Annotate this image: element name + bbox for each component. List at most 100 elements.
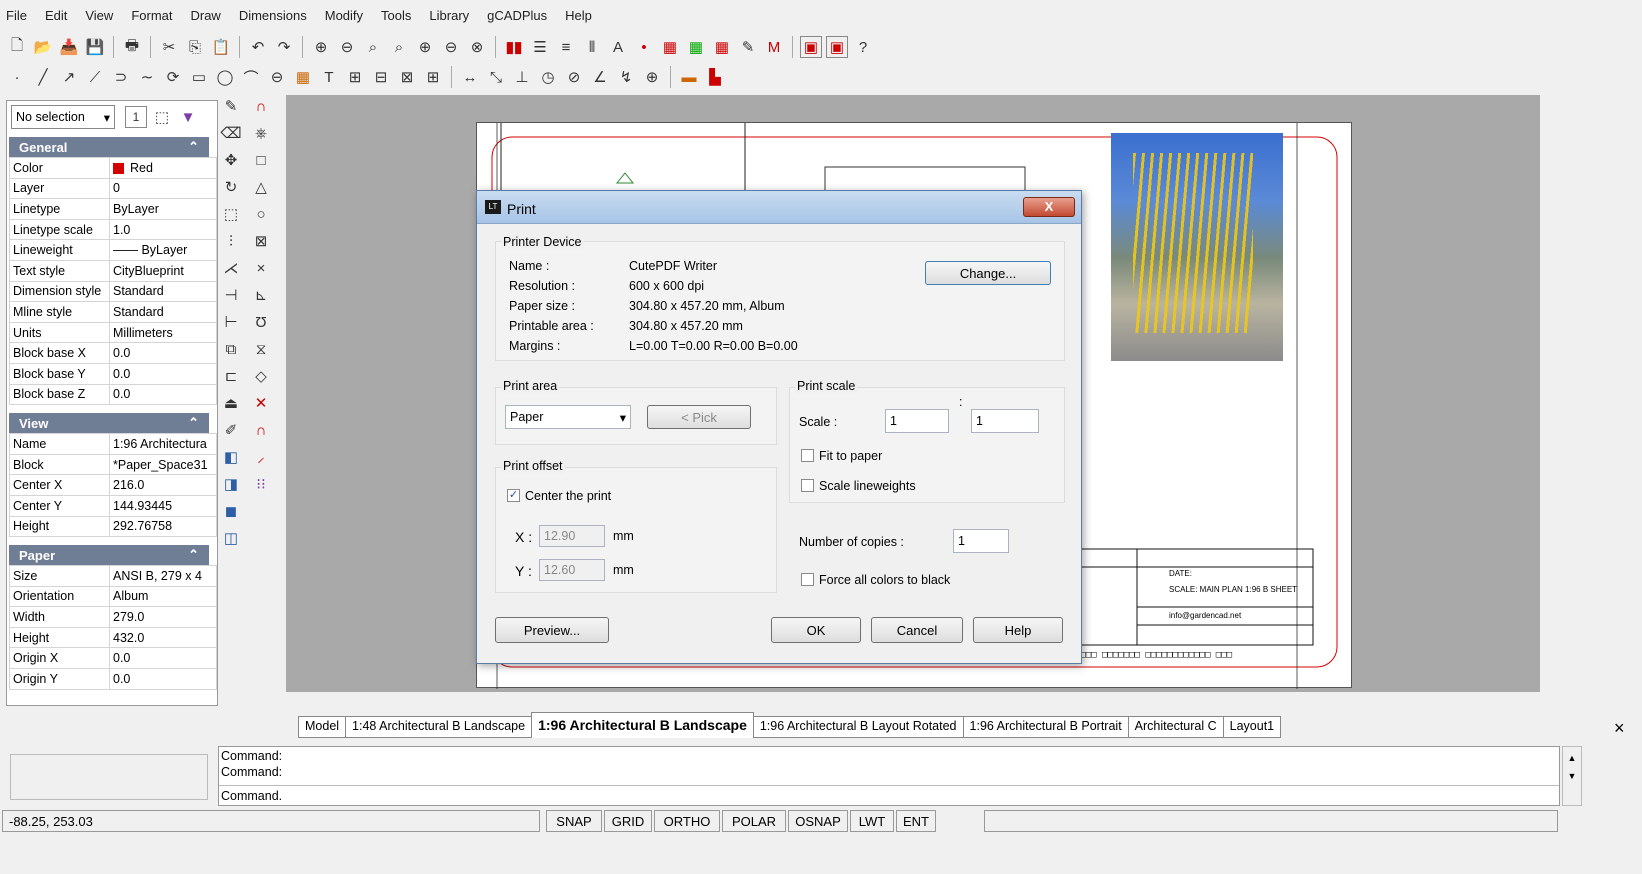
send-back-icon[interactable]: ◨ xyxy=(220,473,242,495)
property-value[interactable]: Standard xyxy=(109,280,217,303)
change-button[interactable]: Change... xyxy=(925,261,1051,285)
ray-icon[interactable]: ↗ xyxy=(58,66,80,88)
tab-1-48-architectural-b-landscape[interactable]: 1:48 Architectural B Landscape xyxy=(345,716,533,738)
stamp-icon[interactable]: ⎈ xyxy=(250,122,272,144)
property-value[interactable]: 0 xyxy=(109,177,217,200)
copies-input[interactable]: 1 xyxy=(953,529,1009,553)
toggle-osnap[interactable]: OSNAP xyxy=(788,810,848,832)
property-row[interactable]: Block *Paper_Space31 xyxy=(9,453,217,476)
rectangle-icon[interactable]: ▭ xyxy=(188,66,210,88)
edit-pencil-icon[interactable]: ✎ xyxy=(220,95,242,117)
copy-icon[interactable]: ⎘ xyxy=(184,36,206,58)
grid-snap-icon[interactable]: ⁝⁝ xyxy=(250,473,272,495)
menu-item-file[interactable]: File xyxy=(6,8,27,23)
print-icon[interactable]: 🖶 xyxy=(121,36,143,58)
property-value[interactable]: 0.0 xyxy=(109,362,217,385)
preview-button[interactable]: Preview... xyxy=(495,617,609,643)
select-objects-icon[interactable]: ⬚ xyxy=(151,106,173,128)
tab-architectural-c[interactable]: Architectural C xyxy=(1127,716,1224,738)
property-row[interactable]: Linetype ByLayer xyxy=(9,198,217,220)
center-print-checkbox[interactable]: ✓ xyxy=(507,489,520,502)
polyline-icon[interactable]: ⟋ xyxy=(84,66,106,88)
tab-layout1[interactable]: Layout1 xyxy=(1222,716,1282,738)
mtext-icon[interactable]: ⊞ xyxy=(344,66,366,88)
paste-icon[interactable]: 📋 xyxy=(210,36,232,58)
snap-off-icon[interactable]: ✕ xyxy=(250,392,272,414)
collapse-icon[interactable]: ⌃ xyxy=(188,139,199,155)
property-value[interactable]: Red xyxy=(109,157,217,179)
property-value[interactable]: 0.0 xyxy=(109,383,217,406)
table-icon[interactable]: ⊠ xyxy=(396,66,418,88)
menu-item-dimensions[interactable]: Dimensions xyxy=(239,8,307,23)
dim-linear-icon[interactable]: ↔ xyxy=(459,66,481,88)
toggle-grid[interactable]: GRID xyxy=(604,810,652,832)
property-row[interactable]: Center X 216.0 xyxy=(9,474,217,496)
insert-block-icon[interactable]: ▦ xyxy=(685,36,707,58)
circle-snap-icon[interactable]: ○ xyxy=(250,203,272,225)
scale-denominator-input[interactable]: 1 xyxy=(971,409,1039,433)
tab-1-96-architectural-b-landscape[interactable]: 1:96 Architectural B Landscape xyxy=(531,712,754,738)
menu-item-edit[interactable]: Edit xyxy=(45,8,67,23)
tab-1-96-architectural-b-portrait[interactable]: 1:96 Architectural B Portrait xyxy=(962,716,1129,738)
tab-1-96-architectural-b-layout-rotated[interactable]: 1:96 Architectural B Layout Rotated xyxy=(752,716,964,738)
fillet-icon[interactable]: ⏏ xyxy=(220,392,242,414)
y-offset-input[interactable]: 12.60 xyxy=(539,559,605,581)
close-icon[interactable]: × xyxy=(1614,718,1625,739)
triangle-snap-icon[interactable]: △ xyxy=(250,176,272,198)
bring-front-icon[interactable]: ◧ xyxy=(220,446,242,468)
intersection-icon[interactable]: × xyxy=(250,257,272,279)
dialog-title-bar[interactable]: LT Print X xyxy=(477,191,1081,224)
scale-numerator-input[interactable]: 1 xyxy=(885,409,949,433)
property-value[interactable]: 0.0 xyxy=(109,668,217,690)
x-offset-input[interactable]: 12.90 xyxy=(539,525,605,547)
trim-icon[interactable]: ⊣ xyxy=(220,284,242,306)
help-icon[interactable]: ? xyxy=(852,36,874,58)
property-row[interactable]: Units Millimeters xyxy=(9,321,217,344)
property-row[interactable]: Color Red xyxy=(9,157,217,179)
move-icon[interactable]: ✥ xyxy=(220,149,242,171)
arc-icon[interactable]: ⌒ xyxy=(240,66,262,88)
erase-icon[interactable]: ⌫ xyxy=(220,122,242,144)
hatch-icon[interactable]: ▦ xyxy=(292,66,314,88)
nearest-icon[interactable]: ⧖ xyxy=(250,338,272,360)
sketch-icon[interactable]: ⟳ xyxy=(162,66,184,88)
undo-icon[interactable]: ↶ xyxy=(247,36,269,58)
property-row[interactable]: Name 1:96 Architectura xyxy=(9,433,217,455)
pick-icon[interactable]: ⸝ xyxy=(250,446,272,468)
ellipse-icon[interactable]: ⊖ xyxy=(266,66,288,88)
new-file-icon[interactable]: 🗋 xyxy=(6,36,28,58)
scale-icon[interactable]: ⬚ xyxy=(220,203,242,225)
property-row[interactable]: Lineweight —— ByLayer xyxy=(9,239,217,261)
node-snap-icon[interactable]: ⊠ xyxy=(250,230,272,252)
explode-icon[interactable]: ⋌ xyxy=(220,257,242,279)
pick-button[interactable]: < Pick xyxy=(647,405,751,429)
plugin-icon-2[interactable]: ▣ xyxy=(826,36,848,58)
toggle-ortho[interactable]: ORTHO xyxy=(654,810,720,832)
property-value[interactable]: 0.0 xyxy=(109,647,217,670)
layers-icon[interactable]: ▮▮ xyxy=(503,36,525,58)
menu-item-help[interactable]: Help xyxy=(565,8,592,23)
property-row[interactable]: Origin X 0.0 xyxy=(9,647,217,670)
scroll-up-icon[interactable]: ▲ xyxy=(1563,753,1581,763)
fit-to-paper-checkbox[interactable] xyxy=(801,449,814,462)
attribute-icon[interactable]: ⊟ xyxy=(370,66,392,88)
line-icon[interactable]: ╱ xyxy=(32,66,54,88)
text-style-icon[interactable]: A xyxy=(607,36,629,58)
property-row[interactable]: Size ANSI B, 279 x 4 xyxy=(9,565,217,587)
zoom-window-icon[interactable]: ⌕ xyxy=(362,36,384,58)
point-icon[interactable]: · xyxy=(6,66,28,88)
zoom-in-icon[interactable]: ⊕ xyxy=(310,36,332,58)
property-value[interactable]: 0.0 xyxy=(109,342,217,364)
select-one-icon[interactable]: 1 xyxy=(125,106,147,128)
dropper-icon[interactable]: ✐ xyxy=(220,419,242,441)
edit-icon[interactable]: ✎ xyxy=(737,36,759,58)
property-value[interactable]: —— ByLayer xyxy=(109,239,217,261)
property-row[interactable]: Block base X 0.0 xyxy=(9,342,217,364)
ok-button[interactable]: OK xyxy=(771,617,861,643)
tangent-icon[interactable]: Ʊ xyxy=(250,311,272,333)
dim-ordinate-icon[interactable]: ⊥ xyxy=(511,66,533,88)
paper-section-header[interactable]: Paper ⌃ xyxy=(9,545,209,566)
command-area[interactable]: Command: Command: Command. xyxy=(218,746,1560,806)
collapse-icon[interactable]: ⌃ xyxy=(188,547,199,563)
property-value[interactable]: Album xyxy=(109,585,217,608)
